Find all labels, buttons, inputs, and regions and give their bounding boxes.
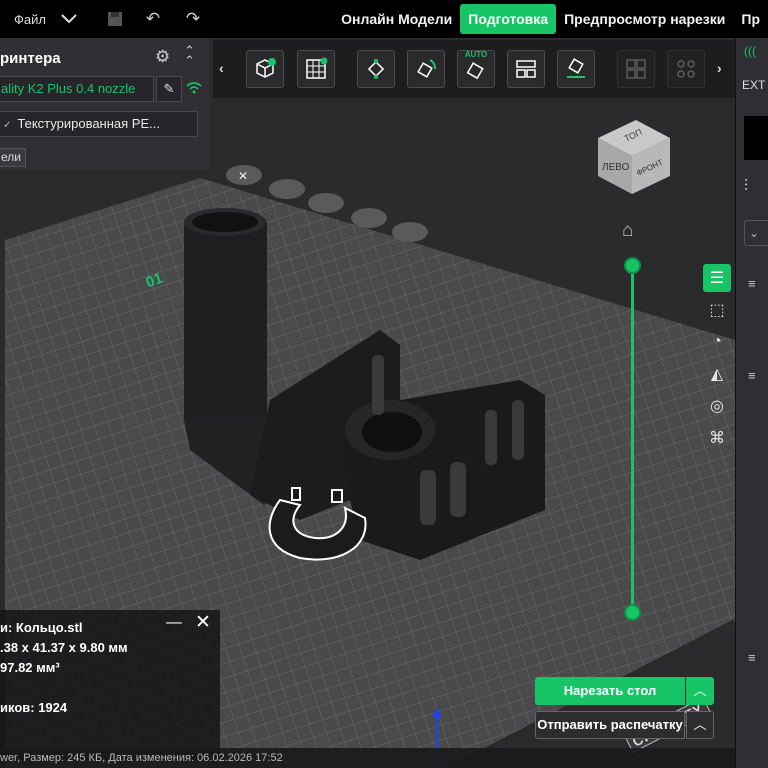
auto-orient-button[interactable]: AUTO	[457, 50, 495, 88]
orient-icon	[417, 59, 437, 78]
send-print-button[interactable]: Отправить распечатку	[535, 711, 685, 739]
info-name: и: Кольцо.stl	[0, 620, 83, 635]
chevron-up-icon: ︿	[693, 683, 707, 698]
grid-icon	[306, 57, 328, 79]
info-facets: иков: 1924	[0, 700, 68, 715]
svg-text:✕: ✕	[238, 169, 248, 183]
plate-type-select[interactable]: ✓ Текстурированная PE...	[0, 111, 198, 137]
layer-slider-track[interactable]	[631, 265, 634, 613]
toolbar-left-arrow[interactable]: ‹	[219, 60, 224, 76]
slice-plate-button[interactable]: Нарезать стол	[535, 677, 685, 705]
lay-flat-icon	[567, 58, 585, 78]
layer-slider-top-handle[interactable]	[624, 257, 641, 274]
tab-online-models[interactable]: Онлайн Модели	[333, 4, 460, 34]
auto-orient-icon	[466, 62, 484, 80]
wifi-icon[interactable]	[186, 81, 202, 97]
plate-type-value: Текстурированная PE...	[17, 116, 160, 131]
printer-panel-title: ринтера	[0, 50, 61, 67]
split-parts-icon	[677, 60, 695, 78]
orient-button[interactable]	[407, 50, 445, 88]
file-menu[interactable]: Файл	[14, 12, 46, 27]
color-swatch[interactable]	[744, 116, 768, 160]
send-options-button[interactable]: ︿	[686, 711, 714, 739]
save-icon[interactable]	[102, 6, 128, 32]
layout-button[interactable]	[507, 50, 545, 88]
collapse-icon[interactable]: ⌃ ⌃	[184, 44, 195, 67]
home-icon[interactable]: ⌂	[622, 220, 633, 242]
view-icon[interactable]: ◎	[703, 392, 731, 420]
split-icon	[626, 59, 646, 79]
select-area-icon[interactable]: ⬚	[703, 296, 731, 324]
add-model-button[interactable]	[246, 50, 284, 88]
cube-left-label: ЛЕВО	[602, 162, 630, 173]
lay-flat-button[interactable]	[557, 50, 595, 88]
gear-icon[interactable]: ⚙	[155, 47, 175, 67]
pencil-icon: ✎	[163, 81, 175, 96]
main-toolbar: ‹ AUTO ›	[213, 40, 735, 98]
undo-icon[interactable]: ↶	[140, 6, 166, 32]
filament-icon[interactable]: (((	[744, 44, 756, 58]
settings-sliders-icon[interactable]: ⫶	[744, 178, 748, 196]
layers-icon[interactable]: ≡	[748, 650, 756, 665]
slicer-window: ✕ 01 CREALITY Файл ↶ ↷ Онлайн Модели Под…	[0, 0, 768, 768]
right-settings-panel: ((( EXT ⫶ ⌄ ≡ ≡ ≡	[735, 38, 768, 768]
nav-tabs: Онлайн Модели Подготовка Предпросмотр на…	[333, 0, 768, 38]
chevron-down-icon[interactable]	[56, 6, 82, 32]
layer-slider-bottom-handle[interactable]	[624, 604, 641, 621]
chevron-down-icon: ✓	[3, 120, 12, 131]
redo-icon[interactable]: ↷	[180, 6, 206, 32]
split-parts-button[interactable]	[667, 50, 705, 88]
chevron-up-icon: ︿	[693, 717, 707, 732]
slice-options-button[interactable]: ︿	[686, 677, 714, 705]
info-size: .38 x 41.37 x 9.80 мм	[0, 640, 128, 655]
layers-icon[interactable]: ≡	[748, 368, 756, 383]
support-icon[interactable]: ◭	[703, 360, 731, 388]
printer-select[interactable]: ality K2 Plus 0.4 nozzle	[0, 76, 154, 102]
edit-printer-button[interactable]: ✎	[156, 76, 182, 102]
split-objects-button[interactable]	[617, 50, 655, 88]
minimize-icon[interactable]: —	[166, 614, 182, 632]
side-tools: ☰ ⬚ ◔ ◭ ◎ ⌘	[703, 264, 733, 456]
auto-label: AUTO	[464, 50, 488, 59]
tab-slice-preview[interactable]: Предпросмотр нарезки	[556, 4, 733, 34]
toolbar-right-arrow[interactable]: ›	[717, 60, 722, 76]
cmd-icon[interactable]: ⌘	[703, 424, 731, 452]
tab-prepare[interactable]: Подготовка	[460, 4, 557, 34]
top-bar: Файл ↶ ↷ Онлайн Модели Подготовка Предпр…	[0, 0, 768, 38]
preset-select[interactable]: ⌄	[744, 220, 768, 246]
tab-more[interactable]: Пр	[733, 4, 768, 34]
printer-panel: ринтера ⚙ ⌃ ⌃ ality K2 Plus 0.4 nozzle ✎ …	[0, 38, 210, 170]
status-bar: wer, Размер: 245 КБ, Дата изменения: 06.…	[0, 748, 735, 768]
models-chip[interactable]: ели	[0, 148, 26, 167]
info-volume: 97.82 мм³	[0, 660, 60, 675]
cube-plus-icon	[256, 58, 276, 78]
layout-icon	[516, 60, 536, 78]
add-plate-button[interactable]	[297, 50, 335, 88]
arrange-button[interactable]	[357, 50, 395, 88]
close-icon[interactable]: ✕	[195, 611, 211, 634]
view-cube[interactable]: ТОП ЛЕВО ФРОНТ	[596, 118, 672, 199]
ext-label: EXT	[742, 78, 766, 92]
arrange-icon	[367, 59, 385, 79]
object-list-icon[interactable]: ☰	[703, 264, 731, 292]
speed-icon[interactable]: ◔	[703, 328, 731, 356]
layers-icon[interactable]: ≡	[748, 276, 756, 291]
